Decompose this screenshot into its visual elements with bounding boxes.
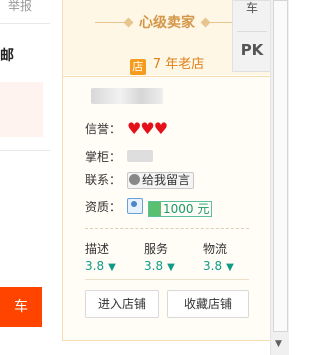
score-label-service: 服务: [144, 242, 169, 256]
score-label-logistics: 物流: [203, 242, 228, 256]
seller-name-blurred[interactable]: [91, 88, 163, 104]
deposit-amount: 1000 元: [163, 202, 210, 216]
identity-verified-icon[interactable]: [127, 198, 143, 214]
add-to-cart-button[interactable]: 车: [0, 287, 42, 327]
score-service: 3.8 ▼: [144, 259, 175, 273]
divider: [0, 150, 50, 151]
divider: [85, 228, 249, 229]
arrow-down-icon: ▼: [167, 262, 175, 273]
deposit-icon: [149, 202, 161, 216]
keeper-row: 掌柜：: [85, 148, 153, 165]
qualification-row: 资质： 1000 元: [85, 198, 213, 217]
arrow-down-icon: ▼: [226, 262, 234, 273]
score-description: 3.8 ▼: [85, 259, 116, 273]
score-logistics: 3.8 ▼: [203, 259, 234, 273]
credit-row: 信誉： ♥♥♥: [85, 119, 168, 138]
score-value: 3.8: [203, 259, 223, 273]
report-link[interactable]: 举报: [8, 0, 32, 14]
arrow-down-icon: ▼: [108, 262, 116, 273]
score-label-description: 描述: [85, 242, 110, 256]
divider: [237, 31, 267, 32]
leave-message-label: 给我留言: [142, 173, 191, 187]
scroll-down-icon[interactable]: ▼: [275, 339, 282, 349]
vertical-scrollbar[interactable]: ▼: [270, 0, 289, 355]
score-value: 3.8: [144, 259, 164, 273]
contact-label: 联系：: [85, 173, 122, 187]
divider: [63, 76, 271, 77]
shop-icon: 店: [129, 59, 146, 75]
keeper-name-blurred[interactable]: [127, 150, 153, 162]
scrollbar-thumb[interactable]: [273, 0, 288, 332]
shop-age-text: 7 年老店: [152, 57, 205, 72]
floating-toolbar: 车 PK: [232, 0, 272, 72]
deposit-badge[interactable]: 1000 元: [148, 201, 213, 217]
message-icon: [129, 174, 140, 185]
credit-label: 信誉：: [85, 122, 122, 136]
promo-box: [0, 82, 43, 137]
contact-row: 联系： 给我留言: [85, 171, 195, 189]
leave-message-button[interactable]: 给我留言: [127, 172, 195, 189]
divider: [62, 340, 270, 341]
shipping-text-fragment: 邮: [0, 48, 14, 64]
pk-compare-button[interactable]: PK: [233, 41, 271, 59]
divider: [85, 279, 249, 280]
score-value: 3.8: [85, 259, 105, 273]
keeper-label: 掌柜：: [85, 150, 122, 164]
heart-icon[interactable]: ♥♥♥: [127, 119, 168, 138]
favorite-shop-button[interactable]: 收藏店铺: [167, 290, 249, 318]
qualification-label: 资质：: [85, 200, 122, 214]
cart-link[interactable]: 车: [233, 0, 271, 16]
enter-shop-button[interactable]: 进入店铺: [85, 290, 159, 318]
divider: [0, 23, 50, 24]
left-column: 举报 邮 车: [0, 0, 50, 355]
